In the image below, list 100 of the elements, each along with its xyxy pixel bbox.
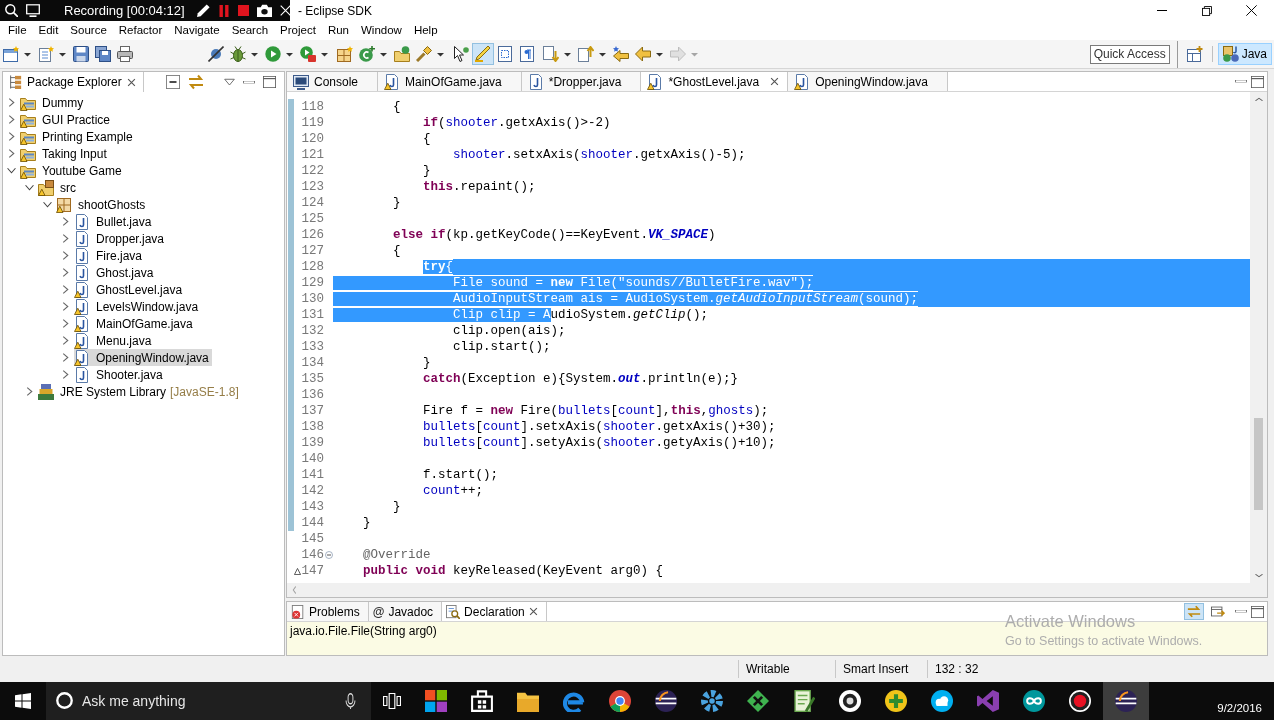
caret-icon [380,51,387,57]
search-field[interactable]: Ask me anything [46,682,371,720]
menu-item[interactable]: Help [407,22,444,39]
pencil-icon[interactable] [196,4,210,17]
scroll-up-icon[interactable] [1254,97,1263,102]
menu-item[interactable]: Search [225,22,275,39]
panel-tab[interactable]: @ Javadoc [368,602,443,621]
close-icon[interactable] [126,77,136,87]
menu-item[interactable]: Project [274,22,322,39]
chevron-right-icon[interactable] [7,98,16,107]
minimize-icon[interactable] [1235,609,1247,614]
code-line: else if(kp.getKeyCode()==KeyEvent.VK_SPACE) [392,227,716,243]
maximize-icon[interactable] [1251,75,1264,88]
line-number: 143 [301,499,324,515]
tree-item[interactable]: GhostLevel.java [74,281,186,298]
chevron-right-icon[interactable] [61,353,70,362]
save-button[interactable] [70,43,92,65]
chevron-right-icon[interactable] [61,234,70,243]
menu-item[interactable]: Navigate [168,22,226,39]
chevron-right-icon[interactable] [25,387,34,396]
magnifier-icon[interactable] [5,4,18,17]
tree-item[interactable]: Bullet.java [74,213,155,230]
chevron-right-icon[interactable] [61,268,70,277]
menu-item[interactable]: Run [321,22,355,39]
chevron-right-icon[interactable] [61,319,70,328]
chevron-down-icon[interactable] [7,166,16,175]
link-arrows-icon[interactable] [188,74,204,90]
chevron-right-icon[interactable] [7,149,16,158]
menu-item[interactable]: Refactor [112,22,169,39]
menu-item[interactable]: Window [355,22,408,39]
tree-item[interactable]: Fire.java [74,247,145,264]
stop-icon[interactable] [237,5,249,16]
editor-tab[interactable]: OpeningWindow.java [788,72,948,91]
pilcrow-page-icon [519,46,535,62]
menu-item[interactable]: File [2,22,33,39]
line-number: 120 [301,131,324,147]
mark-occurrences-button[interactable] [472,43,494,65]
chevron-right-icon[interactable] [61,370,70,379]
tree-item[interactable]: Menu.java [74,332,155,349]
plus-circle-icon [885,690,907,712]
scroll-down-icon[interactable] [1254,573,1263,578]
maximize-icon[interactable] [1251,605,1264,618]
tree-item[interactable]: Dummy [20,94,87,111]
scrollbar-thumb[interactable] [1254,418,1263,510]
chevron-right-icon[interactable] [7,115,16,124]
print-button[interactable] [114,43,136,65]
minimize-icon[interactable] [1235,79,1247,84]
tree-item[interactable]: Shooter.java [74,366,166,383]
open-type-button[interactable] [391,43,413,65]
tree-item[interactable]: src [38,179,79,196]
editor-tab[interactable]: *Dropper.java [521,72,642,91]
caret-icon [24,51,31,57]
tree-item[interactable]: Printing Example [20,128,136,145]
chevron-right-icon[interactable] [61,302,70,311]
tree-item[interactable]: Taking Input [20,145,110,162]
monitor-icon[interactable] [26,4,40,17]
chevron-right-icon[interactable] [61,285,70,294]
taskbar-button[interactable] [1103,682,1149,720]
horizontal-scrollbar[interactable] [287,583,1267,597]
tree-item[interactable]: Dropper.java [74,230,168,247]
tree-item[interactable]: GUI Practice [20,111,113,128]
quick-access-field[interactable]: Quick Access [1089,44,1170,64]
tree-item[interactable]: OpeningWindow.java [74,349,212,366]
close-icon[interactable] [528,607,538,616]
menu-item[interactable]: Source [64,22,113,39]
editor-tab[interactable]: Console [287,72,379,91]
perspective-button[interactable]: Java [1217,43,1272,65]
view-menu-icon[interactable] [224,78,235,86]
wand-icon [416,46,432,62]
microphone-icon[interactable] [345,693,356,709]
code-line: } [422,355,431,371]
chevron-right-icon[interactable] [61,251,70,260]
tree-item[interactable]: LevelsWindow.java [74,298,202,315]
maximize-icon[interactable] [263,76,276,88]
menu-item[interactable]: Edit [32,22,65,39]
chevron-right-icon[interactable] [61,336,70,345]
panel-tab[interactable]: Problems [287,602,369,621]
close-icon[interactable] [770,77,780,86]
save-all-button[interactable] [92,43,114,65]
tree-item[interactable]: JRE System Library [JavaSE-1.8] [38,383,242,400]
line-number: 128 [301,259,324,275]
pause-icon[interactable] [217,4,230,17]
chevron-right-icon[interactable] [7,132,16,141]
chevron-down-icon[interactable] [25,183,34,192]
chevron-right-icon[interactable] [61,217,70,226]
code-line: } [422,163,431,179]
task-view-icon [383,693,401,709]
view-tab[interactable]: Package Explorer [3,72,144,92]
editor-tab[interactable]: MainOfGame.java [378,72,522,91]
skip-breakpoints-button[interactable] [205,43,227,65]
chevron-down-icon[interactable] [43,200,52,209]
tree-item[interactable]: Youtube Game [20,162,125,179]
collapse-all-icon[interactable] [166,75,180,89]
tree-item[interactable]: Ghost.java [74,264,157,281]
tree-item[interactable]: shootGhosts [56,196,149,213]
vertical-scrollbar[interactable] [1250,92,1267,583]
open-input-button[interactable] [1208,603,1228,620]
tree-item[interactable]: MainOfGame.java [74,315,196,332]
camera-icon[interactable] [256,4,272,17]
minimize-icon[interactable] [243,79,255,85]
